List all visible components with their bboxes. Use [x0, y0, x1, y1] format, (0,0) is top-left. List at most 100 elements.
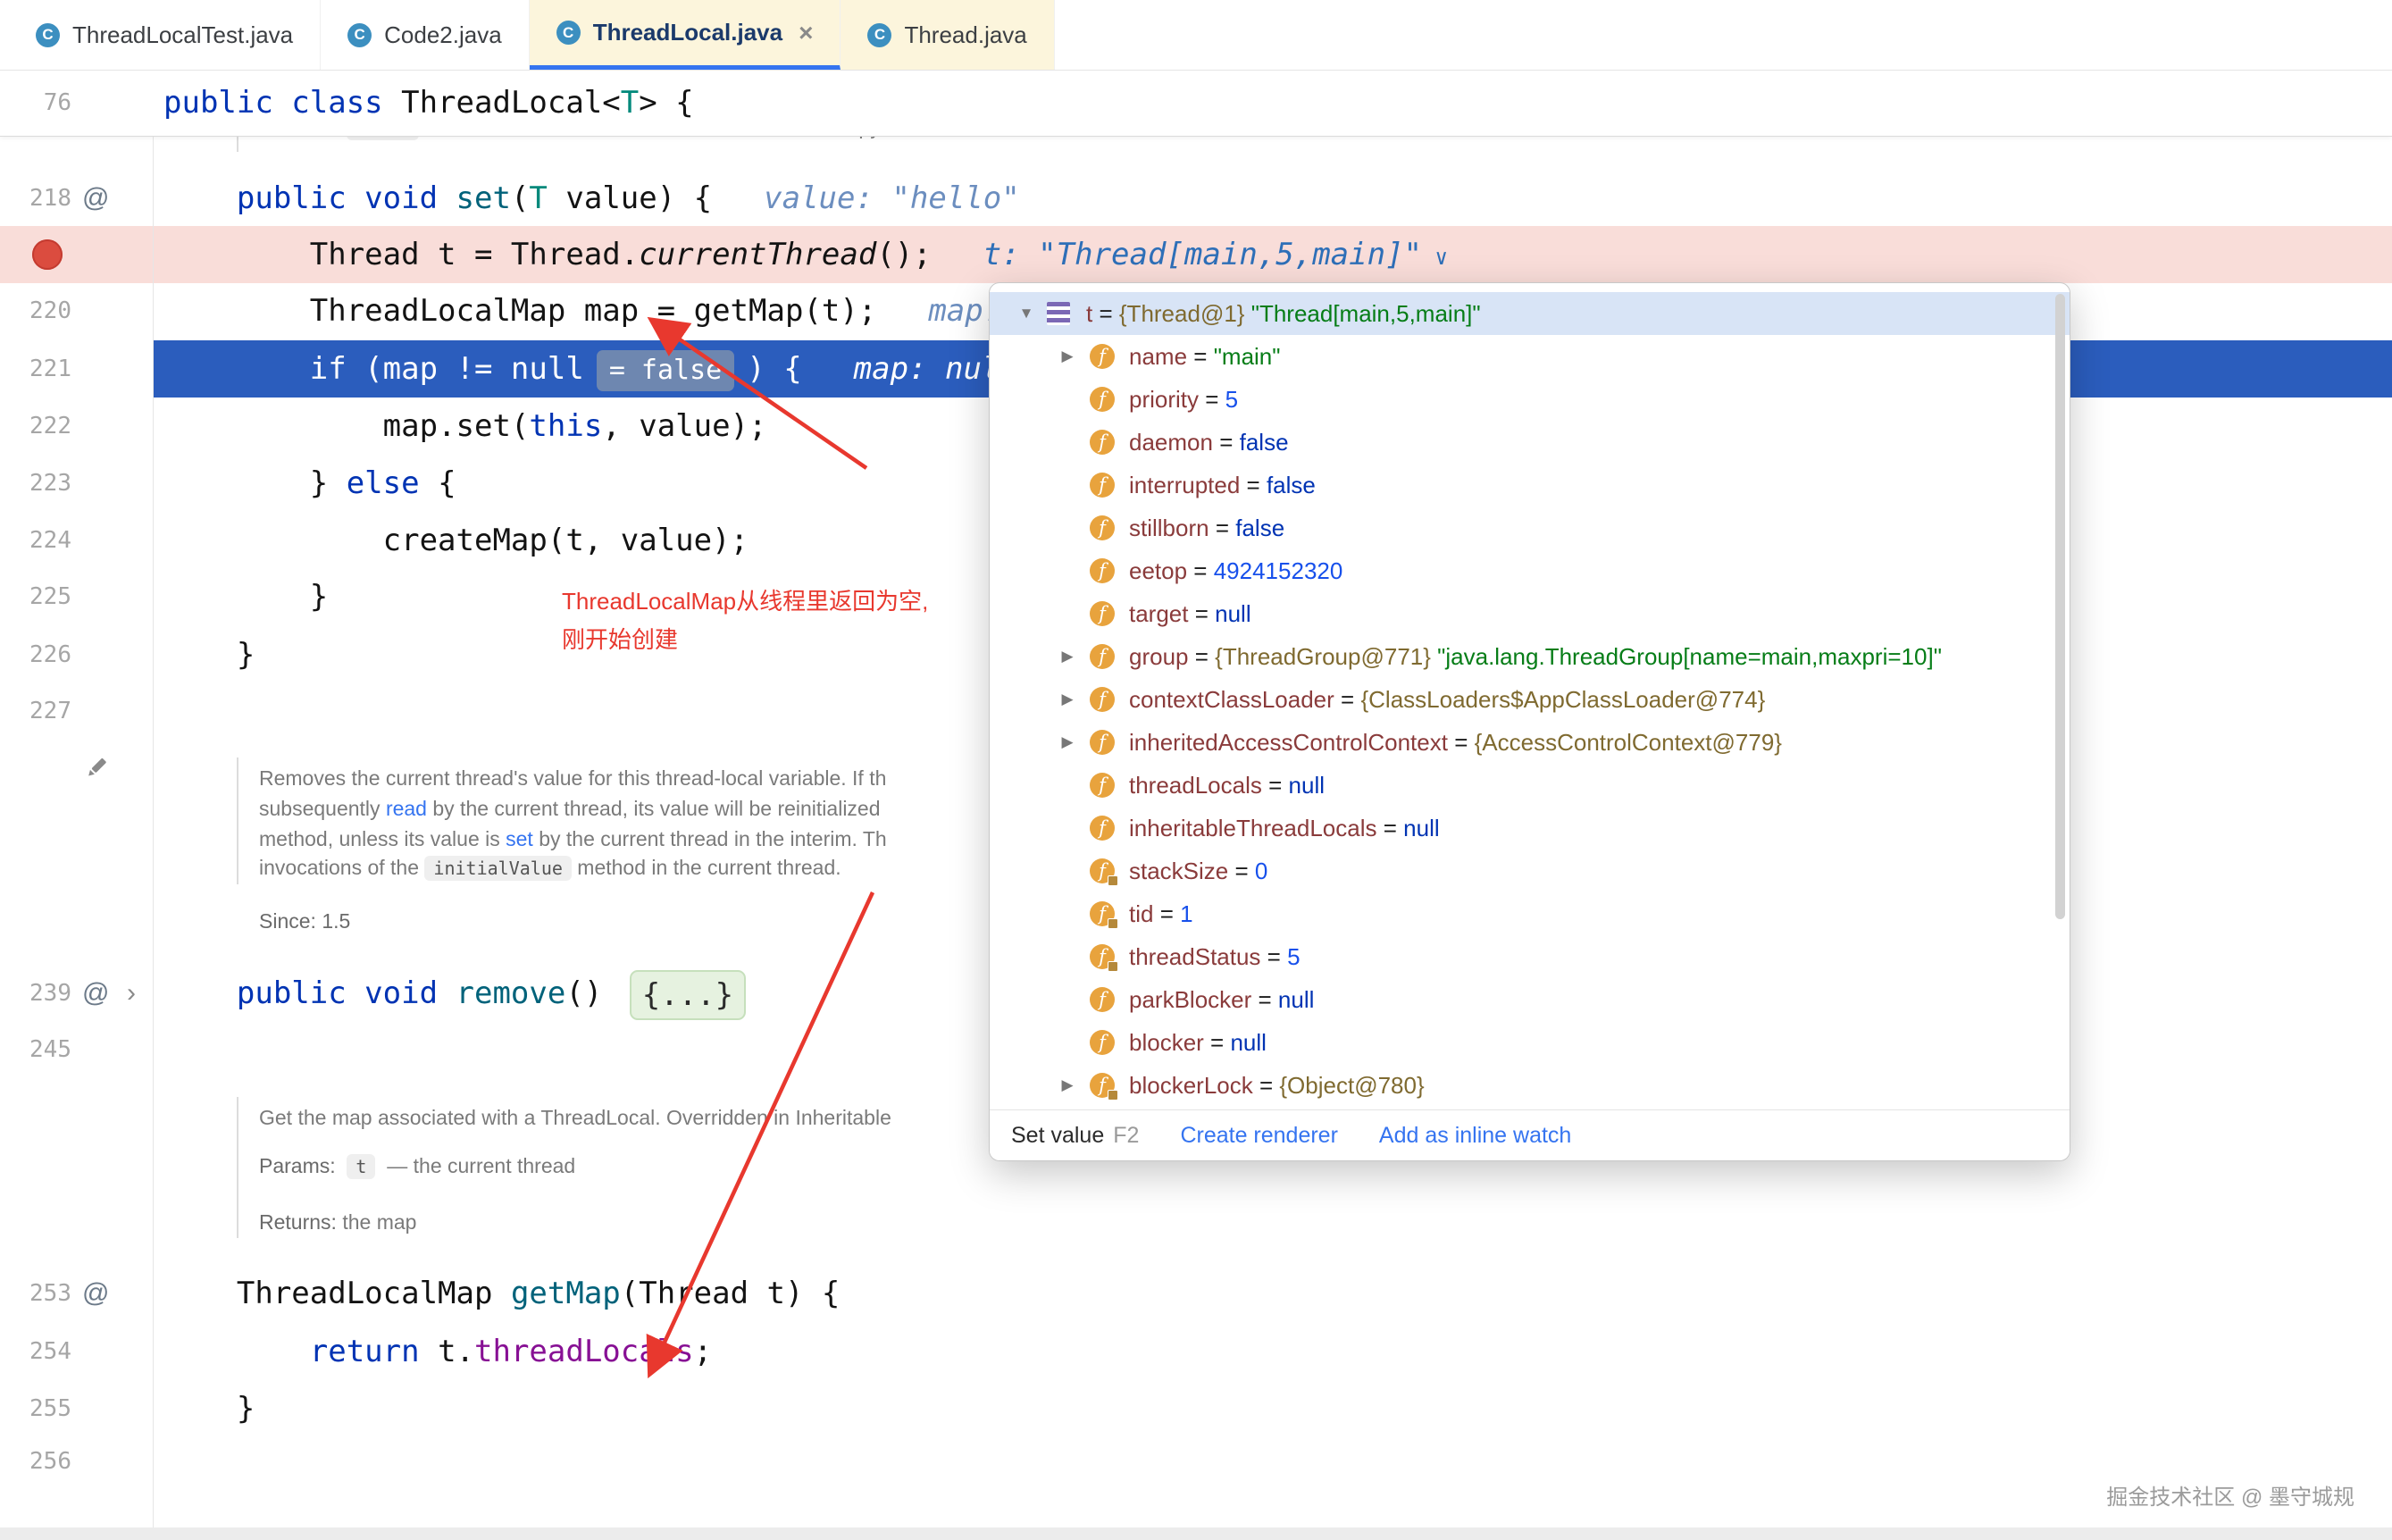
variable-value-eq: =: [1213, 429, 1240, 456]
expand-chevron-icon[interactable]: ▶: [1054, 635, 1081, 678]
code-text[interactable]: if (map != null= false) {map: null: [163, 340, 1018, 398]
variable-row-parkBlocker[interactable]: fparkBlocker = null: [990, 978, 2070, 1021]
field-icon-glyph: f: [1090, 987, 1115, 1012]
tab-threadlocaltest-java[interactable]: CThreadLocalTest.java: [9, 0, 321, 70]
variable-row-inheritedAccessControlContext[interactable]: ▶finheritedAccessControlContext = {Acces…: [990, 721, 2070, 764]
variable-value-eq: =: [1189, 643, 1216, 670]
expand-chevron-icon[interactable]: ▶: [1054, 335, 1081, 378]
token-p: ();: [876, 237, 931, 272]
code-text[interactable]: createMap(t, value);: [163, 512, 749, 569]
variable-row-tid[interactable]: ftid = 1: [990, 892, 2070, 935]
expand-chevron-icon[interactable]: ▶: [1054, 721, 1081, 764]
code-line-line-254[interactable]: 254 return t.threadLocals;: [0, 1323, 2392, 1380]
field-icon-glyph: f: [1090, 816, 1115, 841]
variable-row-stillborn[interactable]: fstillborn = false: [990, 506, 2070, 549]
token-p: }: [163, 579, 328, 615]
code-text[interactable]: ThreadLocalMap getMap(Thread t) {: [163, 1265, 840, 1322]
code-text[interactable]: public void remove() {...}: [163, 965, 746, 1022]
sticky-token-p: > {: [639, 85, 693, 121]
variable-row-eetop[interactable]: feetop = 4924152320: [990, 549, 2070, 592]
code-text[interactable]: Thread t = Thread.currentThread();t: "Th…: [163, 226, 1448, 283]
tab-code2-java[interactable]: CCode2.java: [321, 0, 530, 70]
variable-row-contextClassLoader[interactable]: ▶fcontextClassLoader = {ClassLoaders$App…: [990, 678, 2070, 721]
set-value-button[interactable]: Set valueF2: [1011, 1123, 1139, 1149]
doc-dg: by the current thread in the interim. Th: [533, 827, 887, 850]
doc-line-doc1-l4: invocations of the initialValue method i…: [259, 851, 841, 883]
field-icon-glyph: f: [1090, 644, 1115, 669]
code-text[interactable]: return t.threadLocals;: [163, 1323, 712, 1380]
token-decl: set: [456, 180, 511, 216]
annotation-note-line2: 刚开始创建: [562, 621, 928, 659]
variable-row-t[interactable]: ▼t = {Thread@1} "Thread[main,5,main]": [990, 292, 2070, 335]
fold-chevron-icon[interactable]: ›: [127, 965, 136, 1022]
expand-chevron-icon[interactable]: ▶: [1054, 678, 1081, 721]
tab-thread-java[interactable]: CThread.java: [841, 0, 1054, 70]
field-icon: f: [1090, 601, 1115, 626]
code-line-line-253[interactable]: 253@ ThreadLocalMap getMap(Thread t) {: [0, 1265, 2392, 1322]
variable-row-target[interactable]: ftarget = null: [990, 592, 2070, 635]
variable-row-blocker[interactable]: fblocker = null: [990, 1021, 2070, 1064]
doc-dcode: initialValue: [424, 856, 572, 881]
set-value-shortcut: F2: [1113, 1123, 1139, 1148]
code-text[interactable]: map.set(this, value);: [163, 398, 767, 455]
doc-dlink-link[interactable]: set: [506, 827, 533, 850]
close-tab-icon[interactable]: ×: [799, 19, 813, 47]
collapse-chevron-icon[interactable]: ▼: [1013, 292, 1040, 335]
variable-value-eq: =: [1187, 343, 1214, 370]
variable-row-blockerLock[interactable]: ▶fblockerLock = {Object@780}: [990, 1064, 2070, 1107]
variable-value-eq: =: [1204, 1029, 1231, 1056]
field-lock-icon: f: [1090, 1073, 1115, 1098]
sticky-class-header: 76 public class ThreadLocal<T> {: [0, 70, 2392, 137]
breakpoint-icon[interactable]: [32, 239, 63, 270]
field-lock-icon: f: [1090, 901, 1115, 926]
line-number: 221: [0, 340, 71, 398]
method-marker-icon[interactable]: @: [82, 170, 109, 227]
variable-row-threadStatus[interactable]: fthreadStatus = 5: [990, 935, 2070, 978]
token-decl: getMap: [511, 1276, 621, 1311]
variable-value-eq: =: [1228, 858, 1255, 884]
code-text[interactable]: }: [163, 626, 255, 683]
variable-row-inheritableThreadLocals[interactable]: finheritableThreadLocals = null: [990, 807, 2070, 850]
inline-debugger-hint-hint: value: "hello": [764, 180, 1020, 216]
variable-value-num: 0: [1255, 858, 1267, 884]
tab-label: ThreadLocal.java: [593, 19, 782, 46]
code-line-line-255[interactable]: 255 }: [0, 1380, 2392, 1437]
variable-row-threadLocals[interactable]: fthreadLocals = null: [990, 764, 2070, 807]
doc-dg: subsequently: [259, 797, 386, 820]
variable-row-daemon[interactable]: fdaemon = false: [990, 421, 2070, 464]
variable-text: name = "main": [1129, 335, 1281, 378]
variable-row-stackSize[interactable]: f stackSize = 0: [990, 850, 2070, 892]
code-text[interactable]: }: [163, 568, 328, 625]
code-text[interactable]: public void set(T value) {value: "hello": [163, 170, 1020, 227]
method-marker-icon[interactable]: @: [82, 1265, 109, 1322]
variable-value-eq: =: [1253, 1072, 1280, 1099]
doc-dlink-link[interactable]: read: [386, 797, 427, 820]
variable-row-interrupted[interactable]: finterrupted = false: [990, 464, 2070, 506]
line-number: 245: [0, 1021, 71, 1078]
popup-scrollbar[interactable]: [2055, 294, 2065, 919]
inline-debugger-hint-chev: ∨: [1422, 245, 1448, 270]
line-number: 222: [0, 398, 71, 455]
method-marker-icon[interactable]: @: [82, 965, 109, 1022]
code-line-line-219[interactable]: Thread t = Thread.currentThread();t: "Th…: [0, 226, 2392, 283]
variable-name: stackSize: [1129, 858, 1228, 884]
code-text[interactable]: }: [163, 1380, 255, 1437]
tab-threadlocal-java[interactable]: CThreadLocal.java×: [530, 0, 841, 70]
doc-line-doc1-l2: subsequently read by the current thread,…: [259, 792, 881, 824]
create-renderer-link[interactable]: Create renderer: [1180, 1123, 1337, 1149]
field-icon-glyph: f: [1090, 730, 1115, 755]
token-p: }: [163, 465, 347, 501]
class-file-icon: C: [867, 23, 891, 47]
variable-row-name[interactable]: ▶fname = "main": [990, 335, 2070, 378]
add-inline-watch-link[interactable]: Add as inline watch: [1379, 1123, 1571, 1149]
code-line-line-218[interactable]: 218@ public void set(T value) {value: "h…: [0, 170, 2392, 227]
code-text[interactable]: } else {: [163, 455, 456, 512]
code-text[interactable]: ThreadLocalMap map = getMap(t);map: null: [163, 282, 1093, 339]
code-line-line-256[interactable]: 256: [0, 1433, 2392, 1490]
token-p: map.set(: [163, 408, 529, 444]
variable-row-group[interactable]: ▶fgroup = {ThreadGroup@771} "java.lang.T…: [990, 635, 2070, 678]
expand-chevron-icon[interactable]: ▶: [1054, 1064, 1081, 1107]
field-icon-glyph: f: [1090, 858, 1115, 883]
variable-row-priority[interactable]: fpriority = 5: [990, 378, 2070, 421]
doc-dlabel: Returns:: [259, 1210, 342, 1234]
